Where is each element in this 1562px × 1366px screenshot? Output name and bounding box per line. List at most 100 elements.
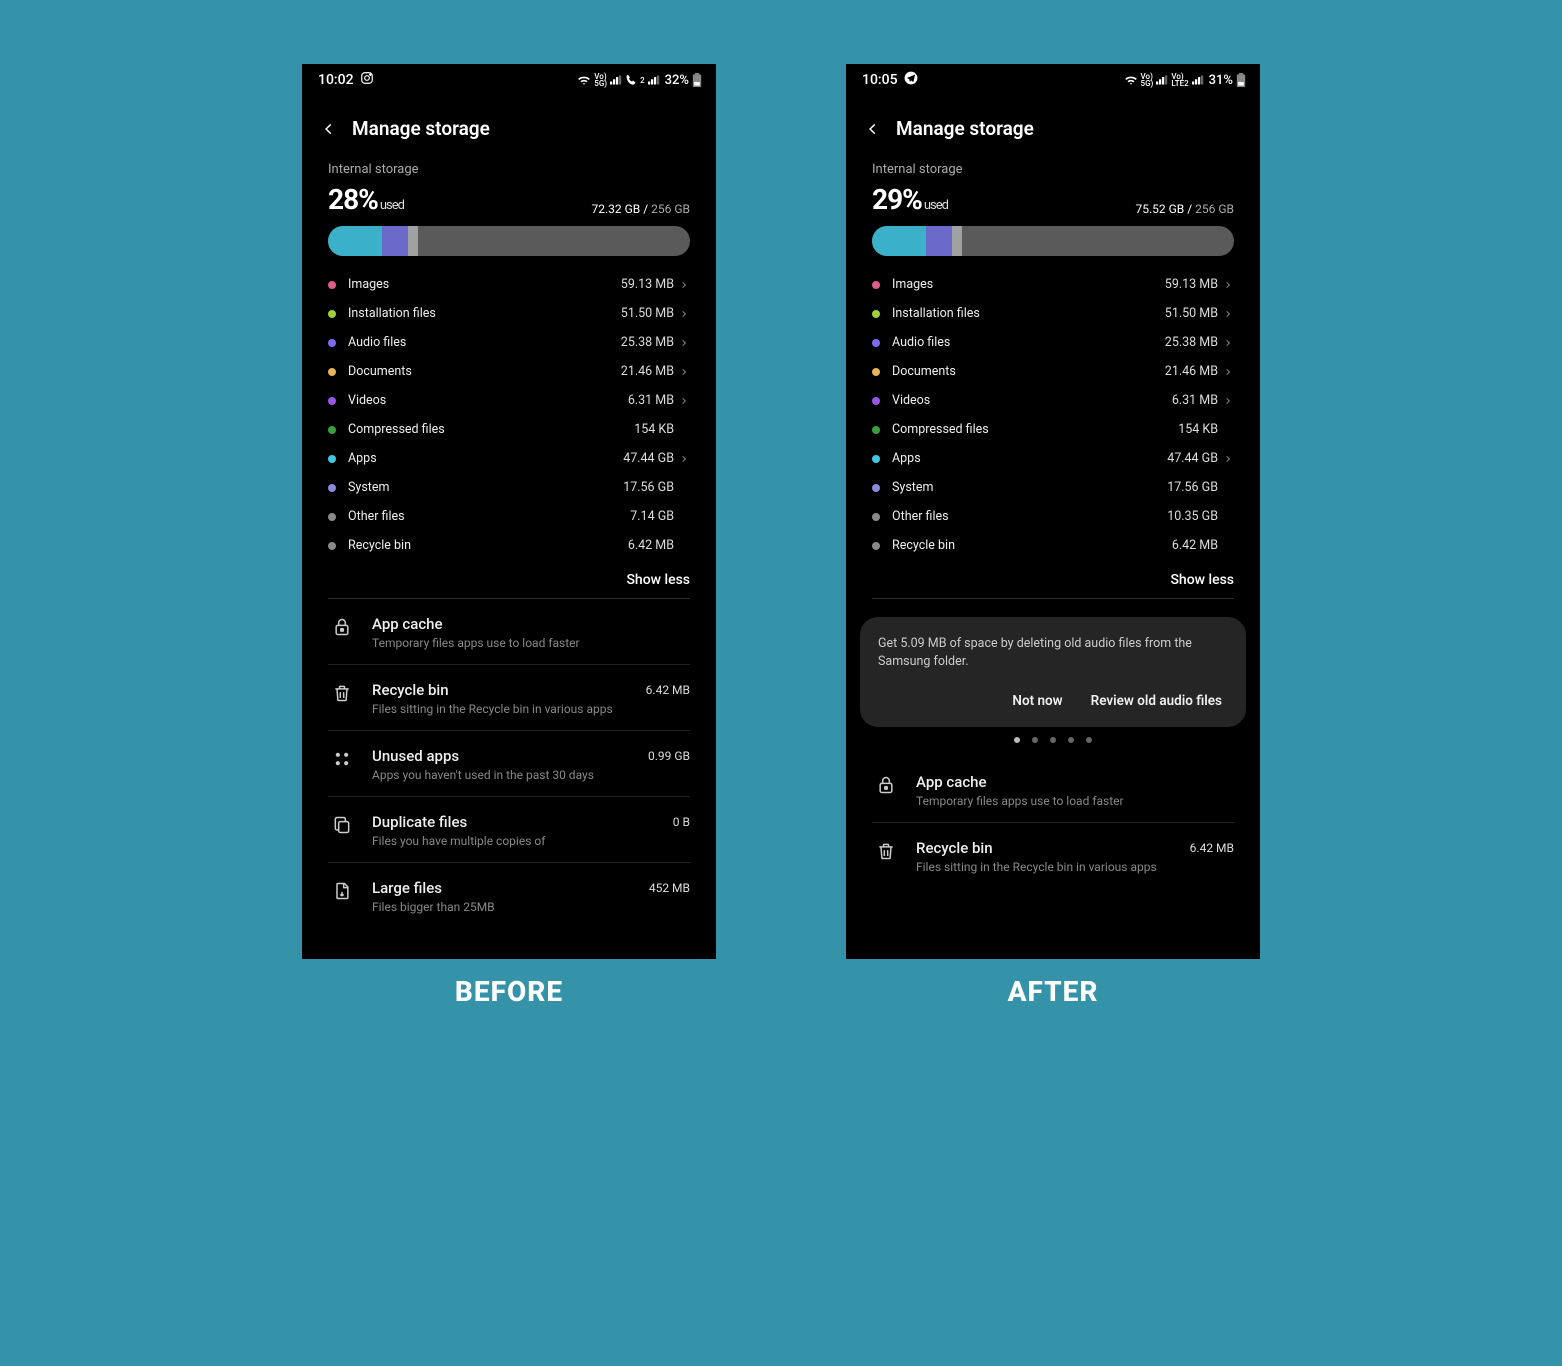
category-label: Compressed files bbox=[892, 422, 1178, 437]
category-size: 17.56 GB bbox=[1167, 480, 1218, 495]
battery-icon bbox=[1236, 73, 1246, 87]
action-title: App cache bbox=[916, 773, 1170, 791]
category-size: 21.46 MB bbox=[621, 364, 674, 379]
category-label: System bbox=[348, 480, 623, 495]
category-label: Recycle bin bbox=[348, 538, 628, 553]
category-list: Images59.13 MBInstallation files51.50 MB… bbox=[866, 270, 1240, 560]
card-pagination[interactable] bbox=[860, 737, 1246, 743]
wifi-icon bbox=[1124, 74, 1138, 86]
action-title: Unused apps bbox=[372, 747, 626, 765]
back-button[interactable] bbox=[864, 120, 882, 138]
caption-before: BEFORE bbox=[302, 975, 716, 1008]
show-less-button[interactable]: Show less bbox=[860, 560, 1246, 598]
category-size: 25.38 MB bbox=[621, 335, 674, 350]
action-row[interactable]: Recycle binFiles sitting in the Recycle … bbox=[872, 823, 1234, 888]
category-size: 47.44 GB bbox=[1167, 451, 1218, 466]
action-row[interactable]: Recycle bin Files sitting in the Recycle … bbox=[328, 665, 690, 731]
category-size: 59.13 MB bbox=[621, 277, 674, 292]
action-size: 452 MB bbox=[642, 879, 690, 895]
category-row-apps[interactable]: Apps47.44 GB bbox=[866, 444, 1240, 473]
lock-icon bbox=[328, 615, 356, 637]
category-row-videos[interactable]: Videos6.31 MB bbox=[866, 386, 1240, 415]
action-title: Duplicate files bbox=[372, 813, 626, 831]
category-row-install[interactable]: Installation files51.50 MB bbox=[866, 299, 1240, 328]
action-row[interactable]: Large filesFiles bigger than 25MB452 MB bbox=[328, 863, 690, 928]
trash-icon bbox=[872, 839, 900, 861]
phone-after: 10:05 Vo)5G) Vo)LTE2 31% Manage storage bbox=[846, 64, 1260, 959]
action-subtitle: Apps you haven't used in the past 30 day… bbox=[372, 768, 626, 782]
signal-icon-2 bbox=[648, 75, 660, 85]
category-row-recycle: Recycle bin6.42 MB bbox=[322, 531, 696, 560]
category-dot-icon bbox=[328, 397, 336, 405]
category-label: Apps bbox=[348, 451, 623, 466]
back-button[interactable] bbox=[320, 120, 338, 138]
action-row[interactable]: Unused apps Apps you haven't used in the … bbox=[328, 731, 690, 797]
status-bar: 10:05 Vo)5G) Vo)LTE2 31% bbox=[846, 64, 1260, 95]
category-dot-icon bbox=[328, 310, 336, 318]
category-row-other: Other files7.14 GB bbox=[322, 502, 696, 531]
category-row-images[interactable]: Images59.13 MB bbox=[866, 270, 1240, 299]
category-label: Other files bbox=[892, 509, 1167, 524]
action-subtitle: Files bigger than 25MB bbox=[372, 900, 626, 914]
category-list: Images59.13 MBInstallation files51.50 MB… bbox=[322, 270, 696, 560]
battery-percent: 32% bbox=[665, 73, 689, 88]
category-row-videos[interactable]: Videos6.31 MB bbox=[322, 386, 696, 415]
action-list: App cacheTemporary files apps use to loa… bbox=[860, 757, 1246, 888]
copy-icon bbox=[328, 813, 356, 835]
action-row[interactable]: App cacheTemporary files apps use to loa… bbox=[872, 757, 1234, 823]
signal-icon-2 bbox=[1192, 75, 1204, 85]
category-label: Installation files bbox=[892, 306, 1165, 321]
chevron-right-icon bbox=[1224, 279, 1234, 291]
category-size: 21.46 MB bbox=[1165, 364, 1218, 379]
category-row-images[interactable]: Images59.13 MB bbox=[322, 270, 696, 299]
storage-totals: 72.32 GB / 256 GB bbox=[591, 202, 690, 216]
category-label: Videos bbox=[892, 393, 1172, 408]
category-row-docs[interactable]: Documents21.46 MB bbox=[866, 357, 1240, 386]
category-dot-icon bbox=[872, 484, 880, 492]
action-row[interactable]: Duplicate files Files you have multiple c… bbox=[328, 797, 690, 863]
category-dot-icon bbox=[328, 339, 336, 347]
file-icon bbox=[328, 879, 356, 901]
action-list: App cacheTemporary files apps use to loa… bbox=[316, 599, 702, 928]
action-size bbox=[642, 615, 690, 617]
storage-bar bbox=[872, 226, 1234, 256]
storage-totals: 75.52 GB / 256 GB bbox=[1135, 202, 1234, 216]
action-row[interactable]: App cacheTemporary files apps use to loa… bbox=[328, 599, 690, 665]
action-title: Recycle bin bbox=[372, 681, 626, 699]
category-row-install[interactable]: Installation files51.50 MB bbox=[322, 299, 696, 328]
chevron-right-icon bbox=[680, 453, 690, 465]
not-now-button[interactable]: Not now bbox=[1012, 693, 1062, 709]
category-label: Audio files bbox=[892, 335, 1165, 350]
category-size: 7.14 GB bbox=[630, 509, 674, 524]
category-label: Documents bbox=[348, 364, 621, 379]
chevron-right-icon bbox=[680, 308, 690, 320]
storage-percent: 28%used bbox=[328, 183, 404, 216]
category-dot-icon bbox=[328, 513, 336, 521]
chevron-right-icon bbox=[680, 395, 690, 407]
storage-subtitle: Internal storage bbox=[328, 162, 690, 177]
action-subtitle: Temporary files apps use to load faster bbox=[372, 636, 626, 650]
category-row-other: Other files10.35 GB bbox=[866, 502, 1240, 531]
category-label: Installation files bbox=[348, 306, 621, 321]
action-subtitle: Files sitting in the Recycle bin in vari… bbox=[372, 702, 626, 716]
instagram-icon bbox=[360, 71, 374, 89]
category-row-audio[interactable]: Audio files25.38 MB bbox=[866, 328, 1240, 357]
category-dot-icon bbox=[328, 455, 336, 463]
category-size: 51.50 MB bbox=[621, 306, 674, 321]
category-row-docs[interactable]: Documents21.46 MB bbox=[322, 357, 696, 386]
category-dot-icon bbox=[872, 281, 880, 289]
category-row-system: System17.56 GB bbox=[322, 473, 696, 502]
category-size: 6.31 MB bbox=[628, 393, 674, 408]
phone-before: 10:02 Vo)5G) 2 32% Manage storage bbox=[302, 64, 716, 959]
category-dot-icon bbox=[872, 310, 880, 318]
comparison-row: 10:02 Vo)5G) 2 32% Manage storage bbox=[302, 64, 1260, 959]
chevron-right-icon bbox=[1224, 337, 1234, 349]
category-row-audio[interactable]: Audio files25.38 MB bbox=[322, 328, 696, 357]
review-button[interactable]: Review old audio files bbox=[1091, 693, 1222, 709]
show-less-button[interactable]: Show less bbox=[316, 560, 702, 598]
category-label: Audio files bbox=[348, 335, 621, 350]
category-row-apps[interactable]: Apps47.44 GB bbox=[322, 444, 696, 473]
action-subtitle: Files you have multiple copies of bbox=[372, 834, 626, 848]
storage-bar bbox=[328, 226, 690, 256]
category-row-compressed: Compressed files154 KB bbox=[322, 415, 696, 444]
